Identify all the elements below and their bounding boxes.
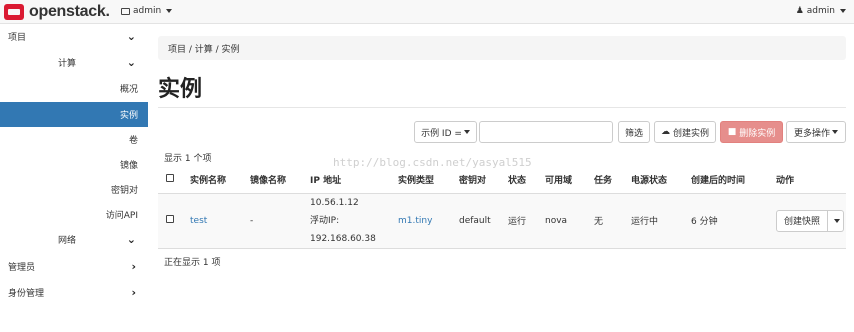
user-label: admin <box>806 6 835 16</box>
caret-down-icon <box>463 130 470 134</box>
column-header[interactable]: 密钥对 <box>455 167 504 194</box>
fixed-ip: 10.56.1.12 <box>310 197 359 208</box>
select-all-header <box>158 167 186 194</box>
column-header[interactable]: 可用域 <box>541 167 590 194</box>
floating-ip-label: 浮动IP: <box>310 215 340 226</box>
row-actions-split-button: 创建快照 <box>776 209 846 232</box>
table-header-row: 实例名称 镜像名称 IP 地址 实例类型 密钥对 状态 可用域 任务 电源状态 … <box>158 167 846 194</box>
caret-down-icon <box>832 130 838 134</box>
create-instance-label: 创建实例 <box>672 128 709 139</box>
column-header[interactable]: 实例名称 <box>186 167 246 194</box>
sidebar-item-project[interactable]: 项目 ⌄ <box>0 24 148 49</box>
column-header[interactable]: 实例类型 <box>394 167 455 194</box>
column-header[interactable]: 电源状态 <box>627 167 687 194</box>
status-cell: 运行 <box>504 193 541 249</box>
create-instance-button[interactable]: ☁ 创建实例 <box>654 121 716 143</box>
sidebar: 项目 ⌄ 计算 ⌄ 概况 实例 卷 镜像 密钥对 访问API 网络 ⌄ 管理员 … <box>0 24 148 332</box>
item-count-bottom: 正在显示 1 项 <box>164 258 221 268</box>
sidebar-item-label: 概况 <box>119 85 138 95</box>
breadcrumb: 项目 / 计算 / 实例 <box>158 36 846 60</box>
project-icon <box>121 7 130 15</box>
chevron-down-icon: ⌄ <box>126 30 136 43</box>
actions-cell: 创建快照 <box>772 193 846 249</box>
divider <box>158 107 846 108</box>
user-icon: ♟ <box>795 6 804 16</box>
keypair-cell: default <box>455 193 504 249</box>
caret-down-icon <box>833 218 840 223</box>
row-select-cell <box>158 193 186 249</box>
sidebar-item-label: 身份管理 <box>8 289 45 299</box>
flavor-cell: m1.tiny <box>394 193 455 249</box>
task-cell: 无 <box>590 193 627 249</box>
caret-down-icon <box>166 9 173 13</box>
ip-address-cell: 10.56.1.12 浮动IP: 192.168.60.38 <box>306 193 394 249</box>
page-title: 实例 <box>158 77 203 102</box>
chevron-right-icon: › <box>131 260 136 273</box>
caret-down-icon <box>840 9 846 13</box>
sidebar-item-label: 管理员 <box>8 263 36 273</box>
chevron-right-icon: › <box>131 286 136 299</box>
sidebar-item-instances[interactable]: 实例 <box>0 102 148 127</box>
more-actions-label: 更多操作 <box>793 128 830 139</box>
filter-field-select[interactable]: 示例 ID = <box>414 121 477 143</box>
instance-name-cell: test <box>186 193 246 249</box>
filter-input[interactable] <box>479 121 613 143</box>
sidebar-item-label: 项目 <box>8 33 27 43</box>
row-checkbox[interactable] <box>166 215 174 223</box>
sidebar-item-label: 网络 <box>58 236 77 246</box>
openstack-logo[interactable]: openstack. <box>4 3 110 21</box>
chevron-down-icon: ⌄ <box>126 233 136 246</box>
sidebar-item-label: 卷 <box>128 136 138 146</box>
availability-zone-cell: nova <box>541 193 590 249</box>
delete-instances-button[interactable]: ■ 删除实例 <box>720 121 783 143</box>
user-menu[interactable]: ♟ admin <box>796 6 846 16</box>
instance-name-link[interactable]: test <box>190 216 207 226</box>
sidebar-item-network[interactable]: 网络 ⌄ <box>0 227 148 252</box>
item-count-top: 显示 1 个项 <box>164 154 212 164</box>
column-header[interactable]: 状态 <box>504 167 541 194</box>
cloud-upload-icon: ☁ <box>660 127 670 137</box>
column-header[interactable]: 创建后的时间 <box>687 167 772 194</box>
column-header[interactable]: 镜像名称 <box>246 167 306 194</box>
age-cell: 6 分钟 <box>687 193 772 249</box>
project-label: admin <box>133 6 162 16</box>
instances-table: 实例名称 镜像名称 IP 地址 实例类型 密钥对 状态 可用域 任务 电源状态 … <box>158 167 846 249</box>
sidebar-item-label: 镜像 <box>119 161 138 171</box>
row-actions-dropdown-toggle[interactable] <box>828 209 845 232</box>
sidebar-item-keypairs[interactable]: 密钥对 <box>0 177 148 202</box>
image-name-cell: - <box>246 193 306 249</box>
sidebar-item-volumes[interactable]: 卷 <box>0 127 148 152</box>
sidebar-item-overview[interactable]: 概况 <box>0 76 148 101</box>
column-header: 动作 <box>772 167 846 194</box>
select-all-checkbox[interactable] <box>166 174 174 183</box>
create-snapshot-button[interactable]: 创建快照 <box>776 209 829 232</box>
brand-name: openstack. <box>29 3 110 20</box>
openstack-logo-icon <box>4 4 24 20</box>
chevron-down-icon: ⌄ <box>126 56 136 69</box>
power-state-cell: 运行中 <box>627 193 687 249</box>
more-actions-button[interactable]: 更多操作 <box>786 121 846 143</box>
project-switcher[interactable]: admin <box>121 6 173 16</box>
top-navbar: openstack. admin ♟ admin <box>0 0 854 24</box>
sidebar-item-label: 计算 <box>58 59 77 69</box>
floating-ip: 192.168.60.38 <box>310 233 376 244</box>
sidebar-item-identity[interactable]: 身份管理 › <box>0 280 148 305</box>
trash-icon: ■ <box>727 127 737 137</box>
flavor-link[interactable]: m1.tiny <box>398 216 432 226</box>
sidebar-item-label: 密钥对 <box>110 186 138 196</box>
column-header[interactable]: 任务 <box>590 167 627 194</box>
sidebar-item-api-access[interactable]: 访问API <box>0 202 148 227</box>
sidebar-item-label: 实例 <box>119 111 138 121</box>
sidebar-item-images[interactable]: 镜像 <box>0 152 148 177</box>
filter-button-label: 筛选 <box>624 128 643 139</box>
filter-field-label: 示例 ID = <box>421 128 462 139</box>
table-row: test - 10.56.1.12 浮动IP: 192.168.60.38 m1… <box>158 193 846 249</box>
sidebar-item-compute[interactable]: 计算 ⌄ <box>0 50 148 75</box>
delete-instances-label: 删除实例 <box>739 128 776 139</box>
sidebar-item-label: 访问API <box>105 211 138 221</box>
filter-button[interactable]: 筛选 <box>618 121 650 143</box>
column-header[interactable]: IP 地址 <box>306 167 394 194</box>
sidebar-item-admin[interactable]: 管理员 › <box>0 254 148 279</box>
